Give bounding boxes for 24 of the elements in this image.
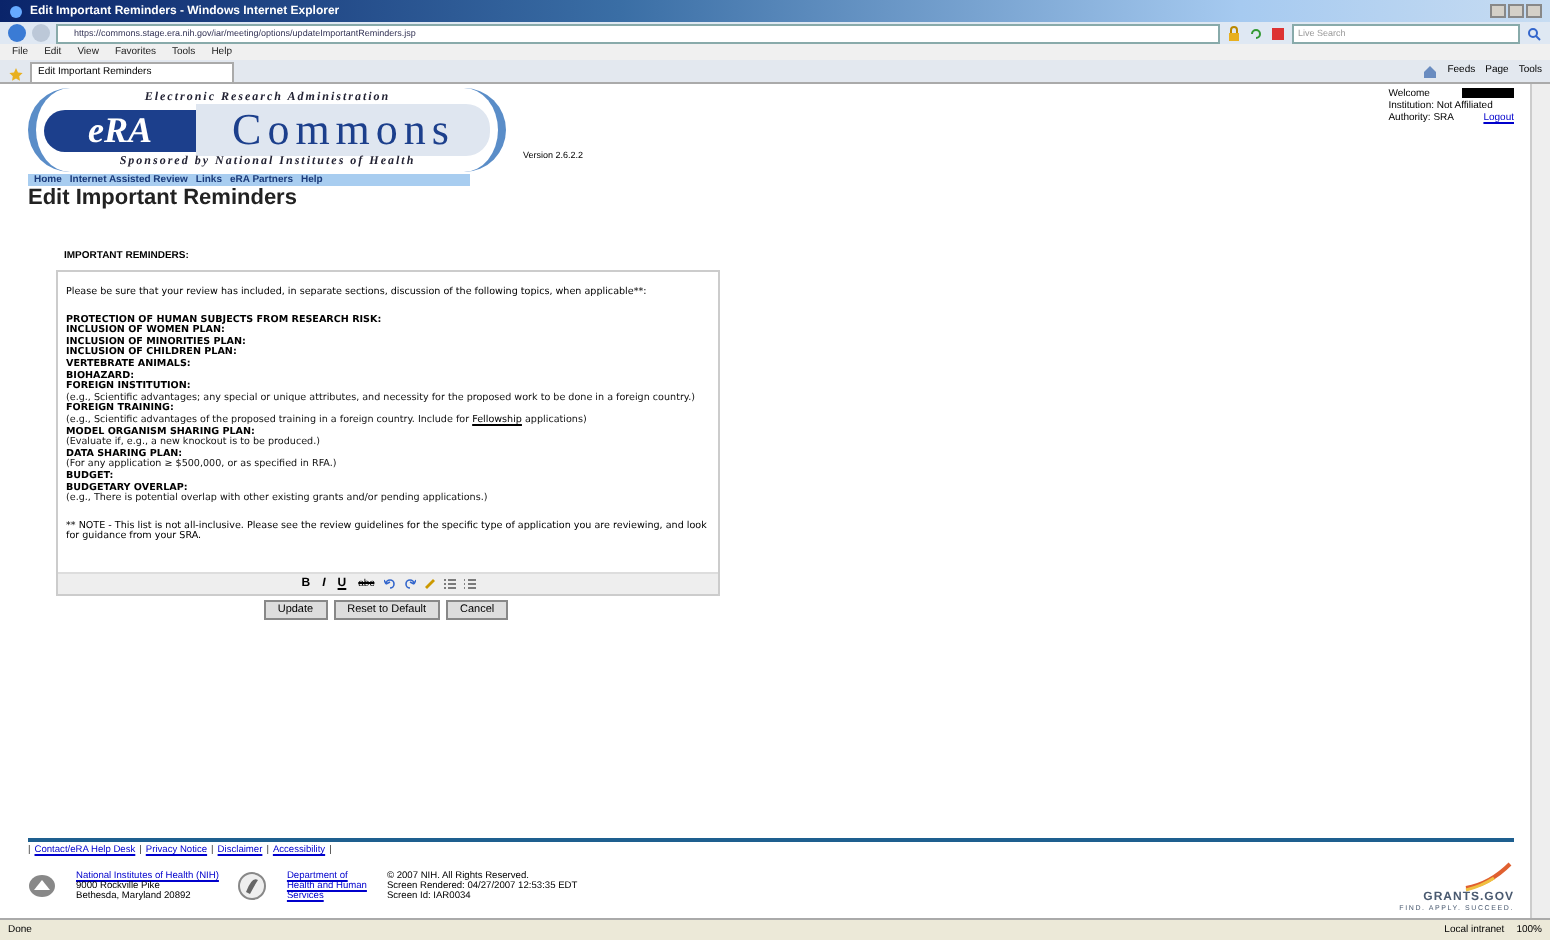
lock-icon	[1226, 25, 1242, 41]
refresh-icon[interactable]	[1248, 25, 1264, 41]
hhs-eagle-icon	[238, 872, 267, 900]
redo-icon[interactable]	[404, 578, 417, 590]
minimize-button[interactable]	[1490, 4, 1506, 18]
stop-icon[interactable]	[1270, 25, 1286, 41]
back-button[interactable]	[8, 24, 26, 42]
logo-badge: eRA	[44, 109, 197, 151]
swoosh-icon	[1462, 860, 1514, 892]
undo-icon[interactable]	[384, 578, 397, 590]
redacted-name	[1462, 88, 1514, 98]
search-icon[interactable]	[1526, 25, 1542, 41]
page-heading: Edit Important Reminders	[28, 186, 299, 210]
bullet-list-icon[interactable]	[444, 578, 457, 590]
logo-wordmark: Commons	[196, 104, 491, 156]
close-button[interactable]	[1526, 4, 1542, 18]
pencil-icon[interactable]	[424, 578, 437, 590]
scrollbar[interactable]	[1530, 84, 1550, 918]
rich-text-editor[interactable]	[56, 270, 720, 596]
maximize-button[interactable]	[1508, 4, 1524, 18]
numbered-list-icon[interactable]	[464, 578, 477, 590]
browser-icon	[8, 3, 24, 19]
favorites-star-icon[interactable]	[8, 66, 24, 82]
nih-seal-icon	[28, 874, 56, 898]
